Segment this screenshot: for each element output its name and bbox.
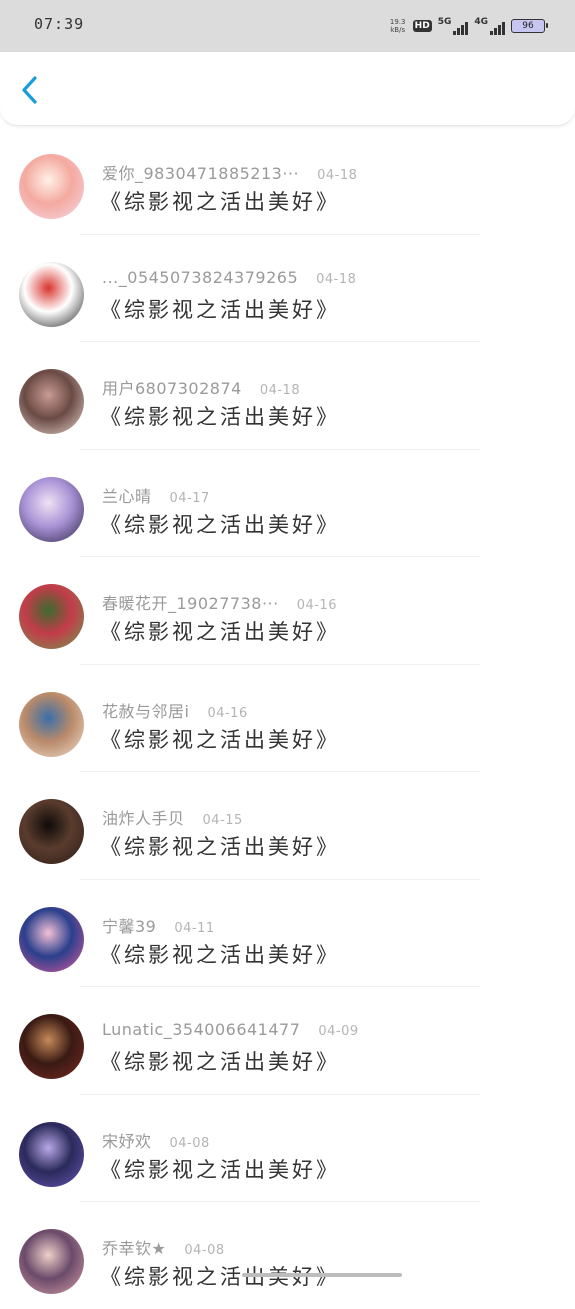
comment-date: 04-18 (317, 168, 358, 183)
divider (80, 126, 480, 127)
username[interactable]: ..._0545073824379265 (102, 268, 298, 287)
comment-item[interactable]: 花赦与邻居i 04-16 《综影视之活出美好》 (0, 663, 575, 772)
comment-meta: ..._0545073824379265 04-18 (102, 268, 356, 287)
divider (80, 448, 480, 450)
comment-item[interactable]: 乔幸钦★ 04-08 《综影视之活出美好》 (0, 1201, 575, 1309)
comment-text: 《综影视之活出美好》 (100, 405, 340, 429)
status-icons: 19.3 kB/s HD 5G 4G 96 (389, 14, 548, 38)
battery-icon: 96 (511, 19, 548, 33)
avatar[interactable] (19, 799, 84, 864)
avatar[interactable] (19, 1014, 84, 1079)
comment-item[interactable]: 兰心晴 04-17 《综影视之活出美好》 (0, 448, 575, 557)
comment-date: 04-17 (169, 490, 210, 506)
comment-text: 《综影视之活出美好》 (100, 190, 340, 214)
avatar[interactable] (19, 691, 84, 757)
comment-item[interactable]: 爱你_9830471885213··· 04-18 《综影视之活出美好》 (0, 126, 575, 234)
comment-date: 04-16 (207, 705, 248, 721)
comment-text: 《综影视之活出美好》 (100, 620, 340, 644)
username[interactable]: 春暖花开_19027738··· (102, 590, 279, 614)
comment-item[interactable]: 宋妤欢 04-08 《综影视之活出美好》 (0, 1093, 575, 1202)
comment-item[interactable]: Lunatic_354006641477 04-09 《综影视之活出美好》 (0, 986, 575, 1094)
comment-text: 《综影视之活出美好》 (100, 1050, 340, 1074)
username[interactable]: 用户6807302874 (102, 375, 242, 399)
network-speed: 19.3 kB/s (389, 18, 406, 34)
divider (80, 986, 480, 987)
comment-date: 04-18 (259, 383, 301, 398)
avatar[interactable] (19, 154, 84, 219)
comment-meta: 爱你_9830471885213··· 04-18 (102, 160, 357, 184)
comment-item[interactable]: 春暖花开_19027738··· 04-16 《综影视之活出美好》 (0, 556, 575, 664)
comment-item[interactable]: ..._0545073824379265 04-18 《综影视之活出美好》 (0, 233, 575, 342)
comment-text: 《综影视之活出美好》 (100, 297, 340, 322)
top-nav-bar (0, 52, 575, 126)
comment-text: 《综影视之活出美好》 (100, 835, 340, 859)
comment-meta: 花赦与邻居i 04-16 (102, 698, 248, 722)
chevron-left-icon (22, 76, 37, 104)
username[interactable]: 兰心晴 (102, 483, 152, 507)
divider (80, 771, 480, 772)
comment-item[interactable]: 油炸人手贝 04-15 《综影视之活出美好》 (0, 771, 575, 879)
comment-text: 《综影视之活出美好》 (100, 727, 340, 752)
home-indicator (242, 1273, 402, 1277)
username[interactable]: 爱你_9830471885213··· (102, 160, 299, 184)
avatar[interactable] (19, 369, 84, 434)
username[interactable]: 宋妤欢 (102, 1128, 152, 1152)
comment-meta: 油炸人手贝 04-15 (102, 805, 243, 829)
divider (80, 233, 480, 235)
username[interactable]: 宁馨39 (102, 913, 156, 937)
comment-date: 04-11 (174, 920, 215, 936)
comment-meta: 宋妤欢 04-08 (102, 1128, 210, 1152)
divider (80, 1201, 480, 1202)
username[interactable]: 油炸人手贝 (102, 805, 185, 829)
divider (80, 1093, 480, 1095)
comment-date: 04-08 (184, 1243, 225, 1258)
comment-date: 04-18 (316, 271, 357, 287)
comment-meta: 春暖花开_19027738··· 04-16 (102, 590, 337, 614)
signal-5g-label: 5G (437, 17, 452, 27)
comment-meta: 宁馨39 04-11 (102, 913, 215, 937)
comment-date: 04-09 (318, 1024, 359, 1039)
divider (80, 341, 480, 342)
avatar[interactable] (19, 261, 84, 327)
signal-5g-icon: 5G (438, 17, 469, 35)
avatar[interactable] (19, 1229, 84, 1294)
divider (80, 878, 480, 880)
back-button[interactable] (14, 74, 46, 106)
comment-date: 04-16 (296, 598, 337, 613)
comment-meta: 兰心晴 04-17 (102, 483, 210, 507)
avatar[interactable] (19, 476, 84, 542)
status-bar: 07:39 19.3 kB/s HD 5G 4G 96 (0, 0, 575, 52)
status-time: 07:39 (34, 15, 85, 33)
comment-text: 《综影视之活出美好》 (100, 512, 340, 537)
username[interactable]: 花赦与邻居i (102, 698, 189, 722)
battery-level: 96 (522, 21, 534, 31)
signal-4g-label: 4G (474, 17, 488, 27)
comment-date: 04-08 (169, 1135, 210, 1151)
username[interactable]: Lunatic_354006641477 (102, 1020, 300, 1039)
avatar[interactable] (19, 584, 84, 649)
comment-text: 《综影视之活出美好》 (100, 942, 340, 967)
avatar[interactable] (19, 906, 84, 972)
comment-item[interactable]: 用户6807302874 04-18 《综影视之活出美好》 (0, 341, 575, 449)
comment-text: 《综影视之活出美好》 (100, 1157, 340, 1182)
comment-item[interactable]: 宁馨39 04-11 《综影视之活出美好》 (0, 878, 575, 987)
divider (80, 556, 480, 557)
comment-meta: 乔幸钦★ 04-08 (102, 1235, 225, 1259)
comment-list: 爱你_9830471885213··· 04-18 《综影视之活出美好》 ..._05… (0, 126, 575, 1309)
hd-icon: HD (412, 20, 432, 32)
comment-meta: 用户6807302874 04-18 (102, 375, 300, 399)
divider (80, 663, 480, 665)
comment-date: 04-15 (202, 813, 243, 828)
signal-4g-icon: 4G (474, 17, 505, 35)
username[interactable]: 乔幸钦★ (102, 1235, 166, 1259)
avatar[interactable] (19, 1121, 84, 1187)
comment-meta: Lunatic_354006641477 04-09 (102, 1020, 359, 1039)
